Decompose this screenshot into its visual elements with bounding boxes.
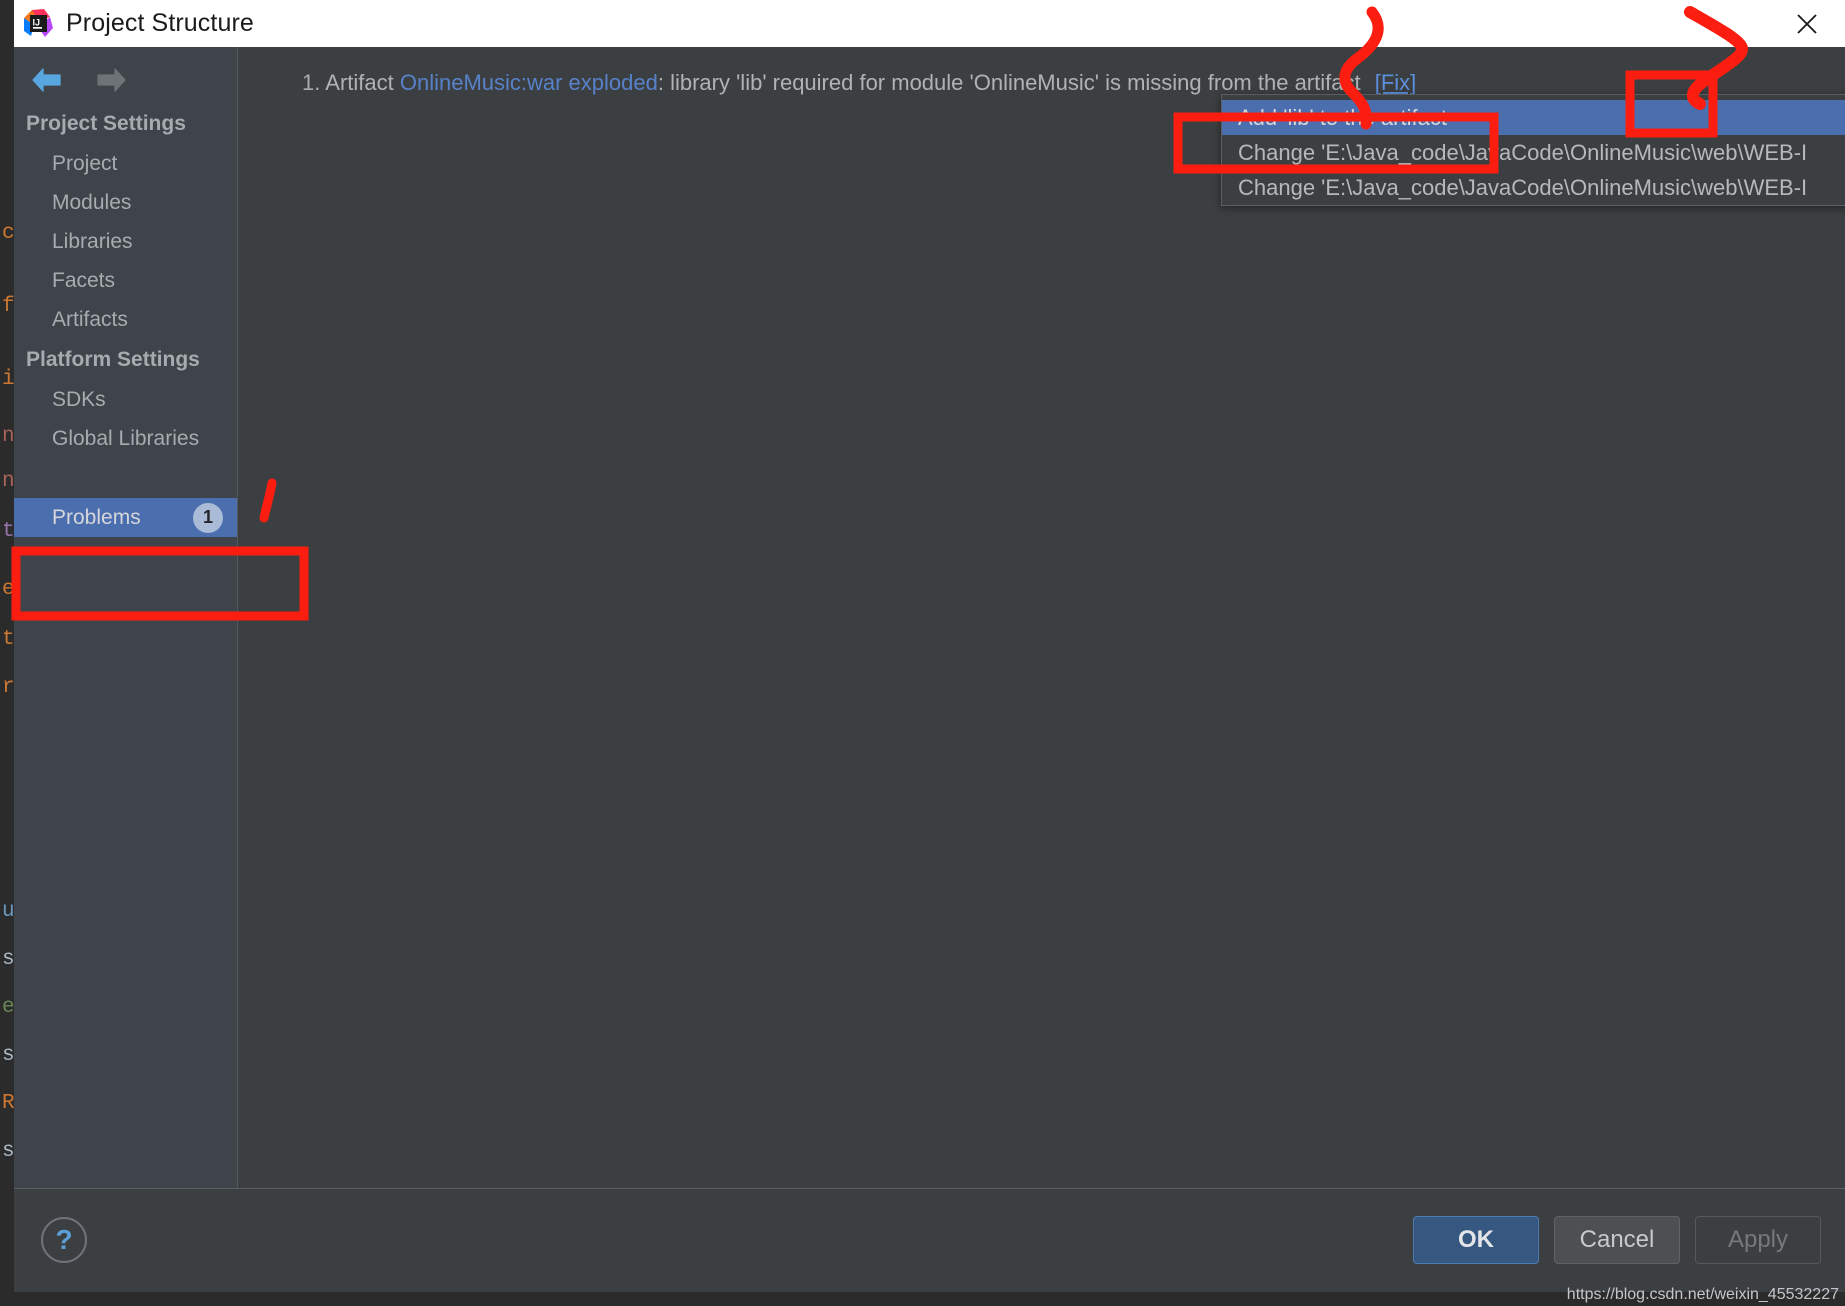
sidebar-item-artifacts[interactable]: Artifacts xyxy=(14,300,237,339)
watermark-text: https://blog.csdn.net/weixin_45532227 xyxy=(1566,1286,1839,1303)
help-button[interactable]: ? xyxy=(41,1217,87,1263)
menu-item-change-path-2[interactable]: Change 'E:\Java_code\JavaCode\OnlineMusi… xyxy=(1222,170,1845,205)
sidebar-item-label: Problems xyxy=(52,506,141,529)
fix-dropdown-menu: Add 'lib' to the artifact Change 'E:\Jav… xyxy=(1221,94,1845,206)
background-code-char: r xyxy=(2,676,15,699)
artifact-link[interactable]: OnlineMusic:war exploded xyxy=(400,70,658,95)
settings-sidebar: Project Settings Project Modules Librari… xyxy=(14,47,238,1188)
navigation-arrows xyxy=(14,47,237,103)
page-title: Project Structure xyxy=(66,9,254,37)
problems-content-panel: 1. Artifact OnlineMusic:war exploded: li… xyxy=(238,47,1845,1188)
sidebar-item-project[interactable]: Project xyxy=(14,144,237,183)
problem-description: : library 'lib' required for module 'Onl… xyxy=(657,70,1361,95)
sidebar-group-title-project-settings: Project Settings xyxy=(26,112,186,135)
background-code-char: s xyxy=(2,948,15,971)
svg-text:IJ: IJ xyxy=(33,17,41,27)
background-code-char: s xyxy=(2,1140,15,1163)
background-code-char: s xyxy=(2,1044,15,1067)
cancel-button[interactable]: Cancel xyxy=(1554,1216,1680,1264)
ok-button[interactable]: OK xyxy=(1413,1216,1539,1264)
sidebar-group-title-platform-settings: Platform Settings xyxy=(26,348,200,371)
background-code-char: n xyxy=(2,470,15,493)
background-code-char: f xyxy=(2,295,15,318)
fix-link[interactable]: [Fix] xyxy=(1375,70,1417,95)
sidebar-item-problems[interactable]: Problems 1 xyxy=(14,498,237,537)
dialog-titlebar: IJ Project Structure xyxy=(14,0,1845,47)
apply-button: Apply xyxy=(1695,1216,1821,1264)
background-code-char: R xyxy=(2,1092,15,1115)
sidebar-item-global-libraries[interactable]: Global Libraries xyxy=(14,419,237,458)
background-code-char: n xyxy=(2,425,15,448)
sidebar-item-sdks[interactable]: SDKs xyxy=(14,380,237,419)
sidebar-item-libraries[interactable]: Libraries xyxy=(14,222,237,261)
background-code-char: c xyxy=(2,222,15,245)
sidebar-item-modules[interactable]: Modules xyxy=(14,183,237,222)
background-code-char: t xyxy=(2,628,15,651)
problem-message: 1. Artifact OnlineMusic:war exploded: li… xyxy=(302,70,1416,96)
project-structure-dialog: IJ Project Structure Project Settings Pr… xyxy=(14,0,1845,1292)
problem-index: 1. xyxy=(302,70,321,95)
background-code-char: t xyxy=(2,520,15,543)
background-code-char: i xyxy=(2,368,15,391)
close-icon[interactable] xyxy=(1787,4,1827,44)
dialog-footer: ? OK Cancel Apply xyxy=(14,1188,1845,1292)
arrow-right-icon[interactable] xyxy=(94,66,128,99)
menu-item-add-lib-to-artifact[interactable]: Add 'lib' to the artifact xyxy=(1222,100,1845,135)
background-code-char: u xyxy=(2,900,15,923)
background-code-char: e xyxy=(2,996,15,1019)
problem-prefix: Artifact xyxy=(325,70,400,95)
menu-item-change-path-1[interactable]: Change 'E:\Java_code\JavaCode\OnlineMusi… xyxy=(1222,135,1845,170)
arrow-left-icon[interactable] xyxy=(30,66,64,99)
dialog-body: Project Settings Project Modules Librari… xyxy=(14,47,1845,1188)
intellij-idea-logo-icon: IJ xyxy=(23,8,53,39)
dialog-button-row: OK Cancel Apply xyxy=(1413,1216,1821,1264)
status-badge: 1 xyxy=(193,502,223,533)
background-code-char: e xyxy=(2,578,15,601)
sidebar-item-facets[interactable]: Facets xyxy=(14,261,237,300)
